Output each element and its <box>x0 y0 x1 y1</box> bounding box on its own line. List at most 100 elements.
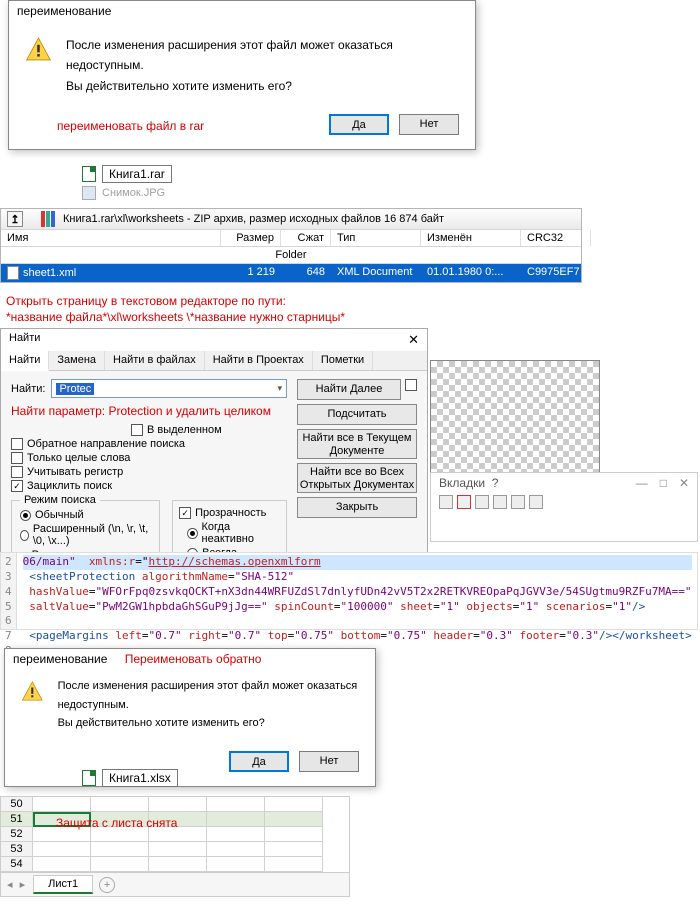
dialog-line-2: Вы действительно хотите изменить его? <box>66 76 459 96</box>
archive-columns-header: Имя Размер Сжат Тип Изменён CRC32 <box>1 229 581 247</box>
dialog-title: переименование <box>13 652 107 666</box>
close-icon[interactable]: ✕ <box>408 332 419 348</box>
col-crc[interactable]: CRC32 <box>521 230 591 246</box>
code-line-xmlns: 06/main" xmlns:r="http://schemas.openxml… <box>23 555 692 570</box>
label-when-inactive: Когда неактивно <box>202 521 280 545</box>
find-dialog-title: Найти <box>9 332 40 348</box>
side-toolbar <box>431 493 697 511</box>
archive-window: ↥ Книга1.rar\xl\worksheets - ZIP архив, … <box>0 208 582 283</box>
annotation-rename-to-rar: переименовать файл в rar <box>57 119 204 133</box>
dialog-line-2: Вы действительно хотите изменить его? <box>58 714 359 733</box>
tab-replace[interactable]: Замена <box>49 351 105 370</box>
annotation-open-in-editor-2: *название файла*\xl\worksheets \*названи… <box>6 310 345 324</box>
checkbox-transparency[interactable] <box>179 507 191 519</box>
radio-normal[interactable] <box>20 510 31 521</box>
toolbar-icon[interactable] <box>493 495 507 509</box>
search-mode-group: Режим поиска <box>20 494 100 506</box>
label-match-case: Учитывать регистр <box>27 466 123 478</box>
tab-find-in-files[interactable]: Найти в файлах <box>105 351 205 370</box>
find-tabs: Найти Замена Найти в файлах Найти в Прое… <box>1 351 427 371</box>
rename-dialog-1: переименование После изменения расширени… <box>8 0 476 150</box>
checkbox-whole-word[interactable] <box>11 452 23 464</box>
folder-up-row[interactable]: Folder <box>1 247 581 264</box>
yes-button[interactable]: Да <box>229 751 289 772</box>
annotation-find-protection: Найти параметр: Protection и удалить цел… <box>11 404 287 418</box>
hidden-file-label: Снимок.JPG <box>102 187 165 199</box>
col-packed[interactable]: Сжат <box>281 230 331 246</box>
side-window-tabs-label[interactable]: Вкладки <box>439 476 485 490</box>
maximize-button[interactable]: □ <box>660 476 667 490</box>
hidden-file-row: Снимок.JPG <box>82 186 165 200</box>
archive-row-selected[interactable]: sheet1.xml 1 219 648 XML Document 01.01.… <box>1 264 581 282</box>
find-next-button[interactable]: Найти Далее <box>297 379 401 400</box>
file-name-input[interactable]: Книга1.rar <box>102 165 172 183</box>
checkbox-in-selection[interactable] <box>131 424 143 436</box>
file-modified: 01.01.1980 0:... <box>421 264 521 282</box>
col-type[interactable]: Тип <box>331 230 421 246</box>
find-all-open-button[interactable]: Найти все во Всех Открытых Документах <box>297 463 417 493</box>
label-normal: Обычный <box>35 509 84 521</box>
search-input[interactable]: Protec ▾ <box>51 379 287 398</box>
toolbar-icon[interactable] <box>529 495 543 509</box>
col-size[interactable]: Размер <box>221 230 281 246</box>
renamed-file-row: Книга1.rar <box>82 165 172 183</box>
col-modified[interactable]: Изменён <box>421 230 521 246</box>
file-packed: 648 <box>281 264 331 282</box>
yes-button[interactable]: Да <box>329 114 389 135</box>
file-crc: C9975EF7 <box>521 264 591 282</box>
label-wrap: Зациклить поиск <box>27 480 112 492</box>
toolbar-icon[interactable] <box>457 495 471 509</box>
label-whole-word: Только целые слова <box>27 452 130 464</box>
find-label: Найти: <box>11 383 45 395</box>
annotation-protection-removed: Защита с листа снята <box>56 816 177 830</box>
table-row: 54 <box>1 857 349 872</box>
no-button[interactable]: Нет <box>399 114 459 135</box>
tab-find-in-projects[interactable]: Найти в Проектах <box>205 351 313 370</box>
label-extended: Расширенный (\n, \r, \t, \0, \x...) <box>33 523 151 547</box>
excel-grid: 50 51 52 53 54 ◂ ▸ Лист1 + <box>0 796 350 897</box>
code-body: 06/main" xmlns:r="http://schemas.openxml… <box>17 553 698 629</box>
label-in-selection: В выделенном <box>147 424 222 436</box>
table-row: 50 <box>1 797 349 812</box>
search-value: Protec <box>56 383 94 395</box>
no-button[interactable]: Нет <box>299 751 359 772</box>
add-sheet-button[interactable]: + <box>99 877 115 893</box>
toolbar-icon[interactable] <box>439 495 453 509</box>
tab-find[interactable]: Найти <box>1 351 49 371</box>
find-all-current-button[interactable]: Найти все в Текущем Документе <box>297 429 417 459</box>
checkbox-find-next-toggle[interactable] <box>405 379 417 391</box>
close-button[interactable]: ✕ <box>679 476 689 490</box>
file-name-input[interactable]: Книга1.xlsx <box>102 769 178 787</box>
file-icon <box>82 770 96 786</box>
help-button[interactable]: ? <box>492 476 499 490</box>
checkbox-wrap[interactable] <box>11 480 23 492</box>
col-name[interactable]: Имя <box>1 230 221 246</box>
close-find-button[interactable]: Закрыть <box>297 497 417 518</box>
sheet-tab[interactable]: Лист1 <box>33 875 93 894</box>
file-size: 1 219 <box>221 264 281 282</box>
chevron-down-icon[interactable]: ▾ <box>277 383 282 394</box>
warning-icon <box>25 35 52 63</box>
dialog-title: переименование <box>9 1 475 21</box>
label-backward: Обратное направление поиска <box>27 438 185 450</box>
table-row: 53 <box>1 842 349 857</box>
code-editor[interactable]: 2345678 06/main" xmlns:r="http://schemas… <box>0 552 698 630</box>
toolbar-icon[interactable] <box>475 495 489 509</box>
checkbox-match-case[interactable] <box>11 466 23 478</box>
file-type: XML Document <box>331 264 421 282</box>
minimize-button[interactable]: — <box>636 476 648 490</box>
warning-icon <box>21 677 44 705</box>
sheet-nav[interactable]: ◂ ▸ <box>7 878 27 891</box>
up-one-level-button[interactable]: ↥ <box>7 211 23 227</box>
radio-extended[interactable] <box>20 530 29 541</box>
archive-path: Книга1.rar\xl\worksheets - ZIP архив, ра… <box>63 213 444 225</box>
dialog-line-1: После изменения расширения этот файл мож… <box>58 677 359 714</box>
line-gutter: 2345678 <box>1 553 17 629</box>
radio-when-inactive[interactable] <box>187 528 197 539</box>
count-button[interactable]: Подсчитать <box>297 404 417 425</box>
checkbox-backward[interactable] <box>11 438 23 450</box>
toolbar-icon[interactable] <box>511 495 525 509</box>
side-window: Вкладки ? — □ ✕ <box>430 472 698 542</box>
label-transparency: Прозрачность <box>195 507 266 519</box>
tab-marks[interactable]: Пометки <box>313 351 373 370</box>
